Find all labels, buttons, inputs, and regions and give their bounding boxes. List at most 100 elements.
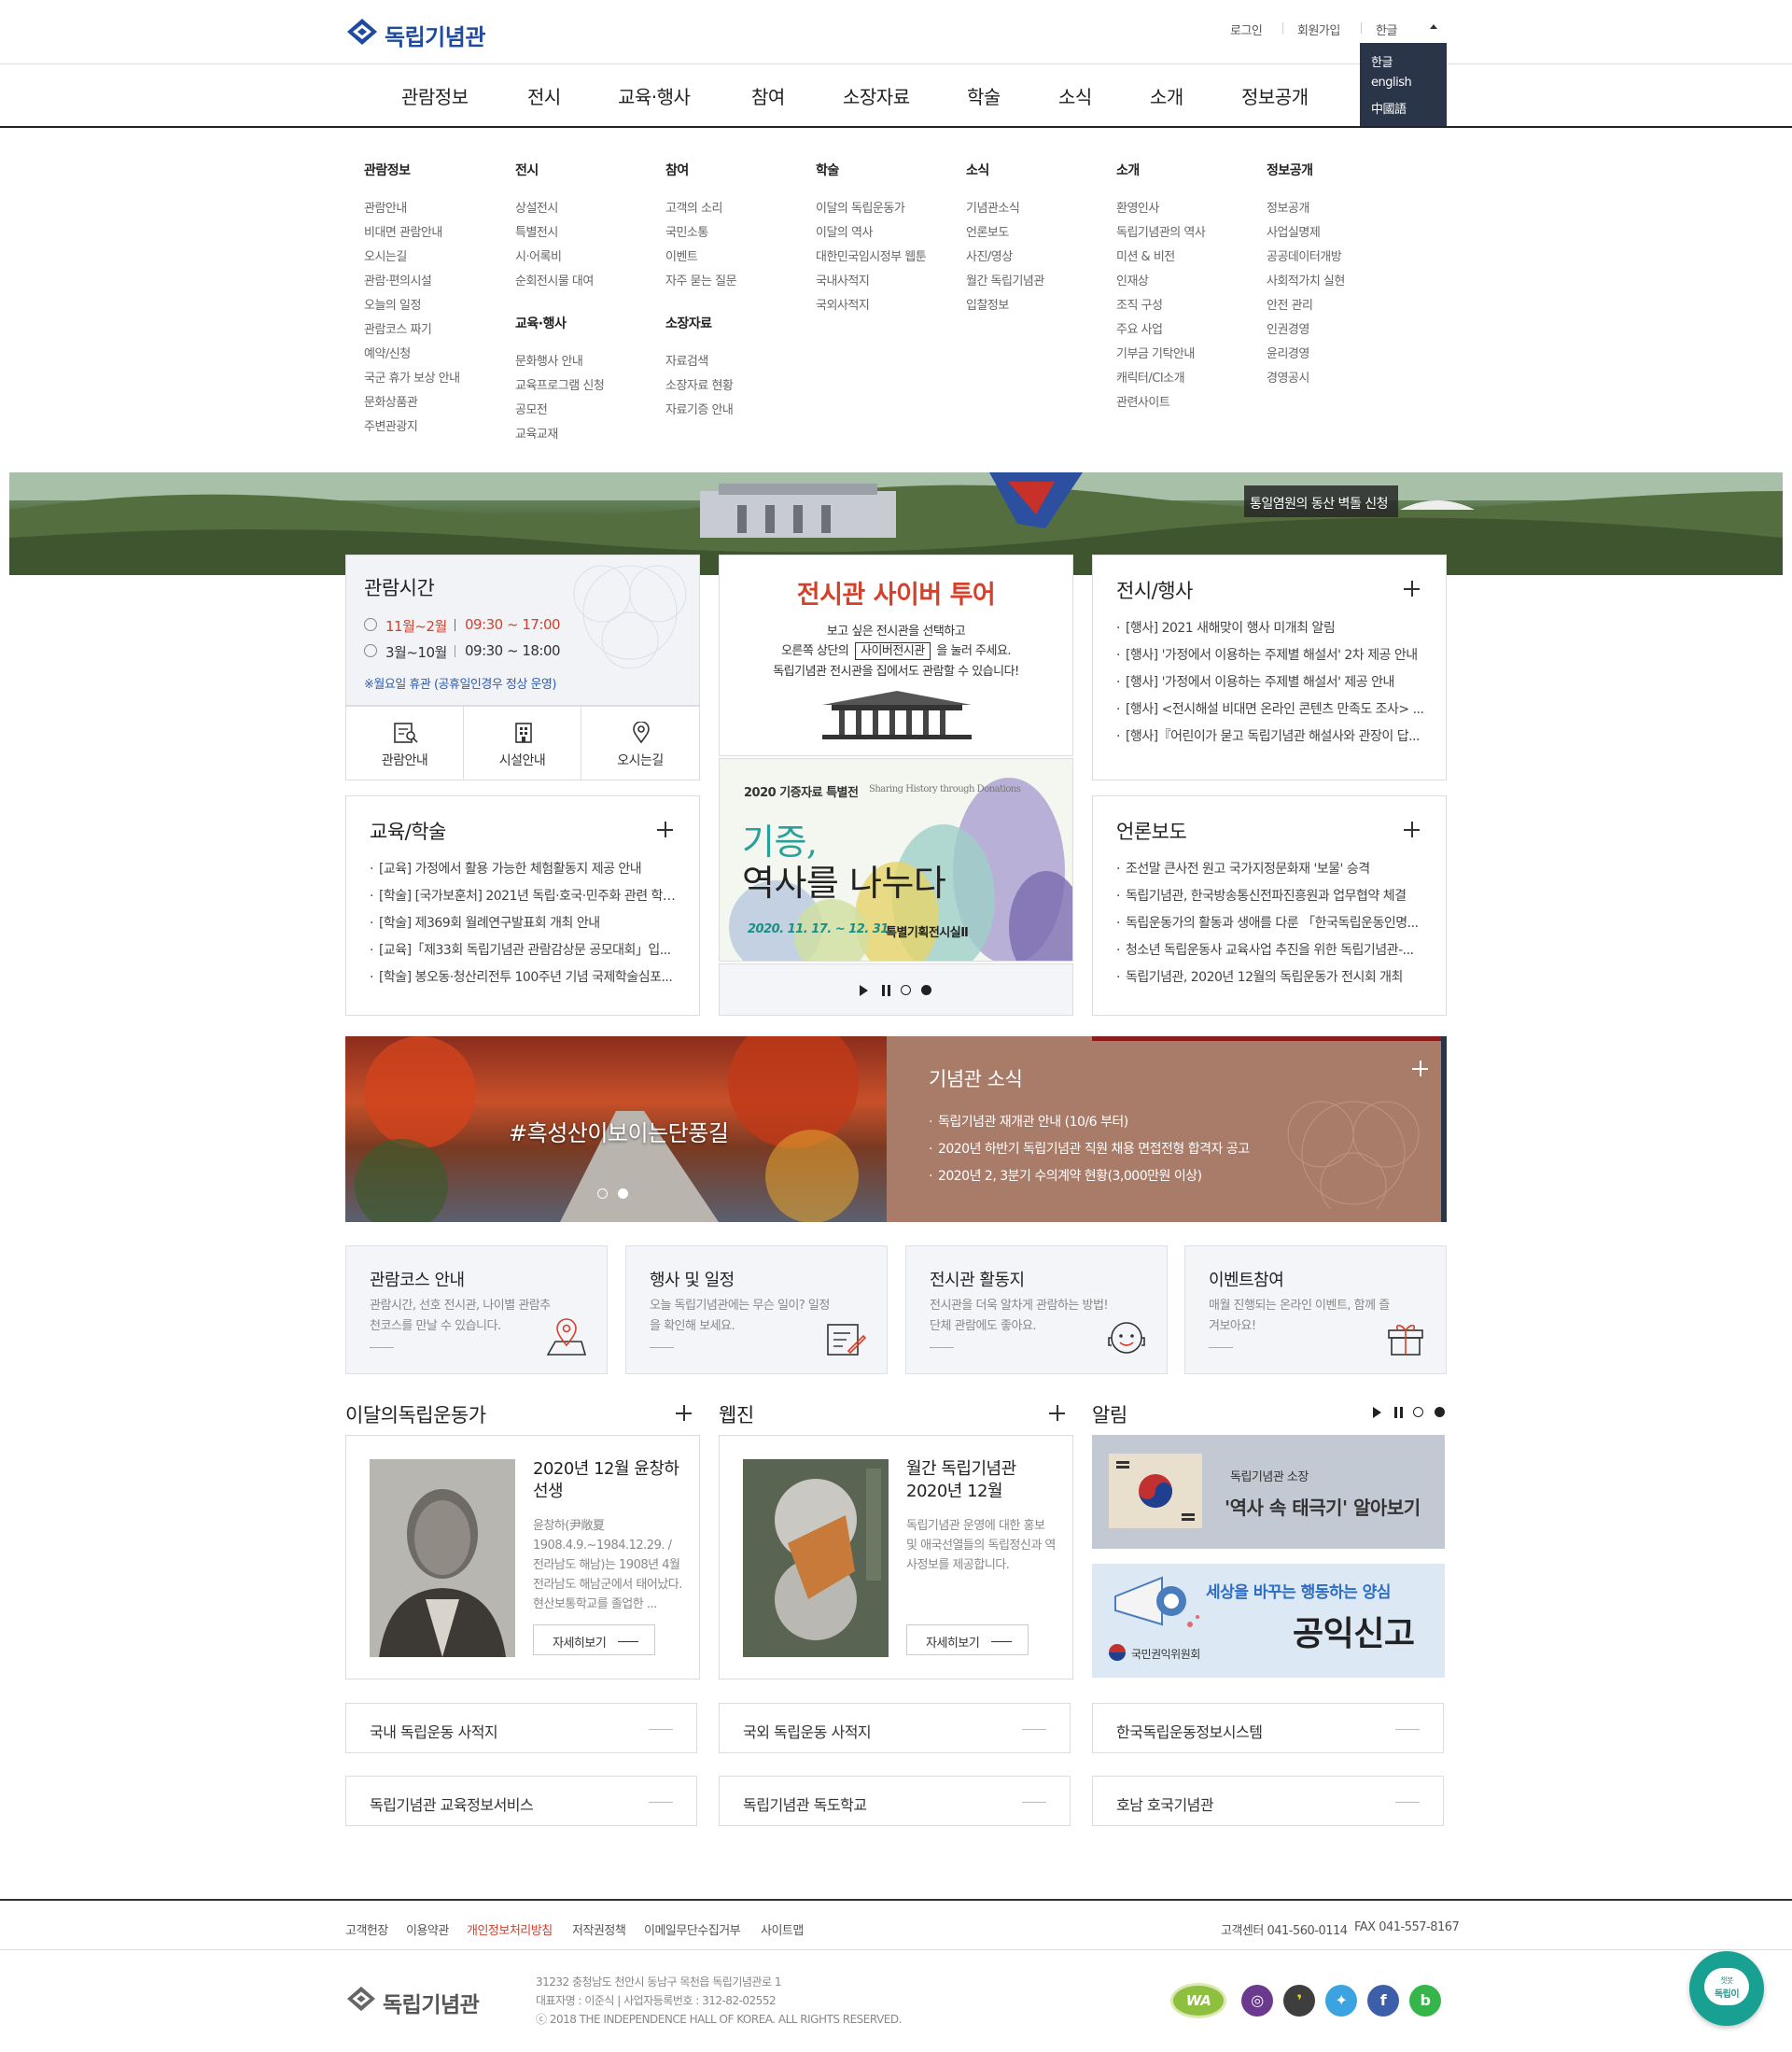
special-exhibit-banner[interactable]: 2020 기증자료 특별전 Sharing History through Do… [719, 758, 1073, 962]
mega-menu-link[interactable]: 특별전시 [515, 222, 558, 240]
mega-menu-link[interactable]: 자료검색 [665, 351, 708, 369]
mega-menu-link[interactable]: 국민소통 [665, 222, 708, 240]
mega-menu-link[interactable]: 자료기증 안내 [665, 400, 734, 417]
slide-dot[interactable] [1413, 1407, 1423, 1417]
mega-menu-link[interactable]: 월간 독립기념관 [966, 271, 1044, 288]
gnb-collection[interactable]: 소장자료 [843, 82, 910, 109]
footer-link[interactable]: 저작권정책 [572, 1920, 626, 1938]
list-item[interactable]: 독립기념관, 2020년 12월의 독립운동가 전시회 개최 [1116, 967, 1424, 986]
mega-menu-link[interactable]: 이달의 역사 [816, 222, 873, 240]
autumn-road-photo[interactable]: #흑성산이보이는단풍길 [345, 1036, 887, 1222]
slide-dot-active[interactable] [921, 985, 931, 995]
list-item[interactable]: [교육]「제33회 독립기념관 관람감상문 공모대회」입... [370, 940, 678, 959]
login-link[interactable]: 로그인 [1230, 21, 1263, 38]
lang-select[interactable]: 한글 [1376, 21, 1397, 38]
mega-menu-heading[interactable]: 소식 [966, 161, 989, 179]
mega-menu-link[interactable]: 이달의 독립운동가 [816, 198, 905, 216]
kakaostory-icon[interactable]: ❜ [1283, 1985, 1315, 2017]
mega-menu-link[interactable]: 관람·편의시설 [364, 271, 432, 288]
lang-option-zh[interactable]: 中國語 [1371, 99, 1447, 122]
mega-menu-link[interactable]: 주요 사업 [1116, 319, 1163, 337]
list-item[interactable]: 청소년 독립운동사 교육사업 추진을 위한 독립기념관-... [1116, 940, 1424, 959]
gnb-about[interactable]: 소개 [1150, 82, 1183, 109]
mega-menu-link[interactable]: 정보공개 [1267, 198, 1309, 216]
mega-menu-link[interactable]: 인권경영 [1267, 319, 1309, 337]
site-logo[interactable]: 독립기념관 [345, 15, 513, 50]
list-item[interactable]: [행사] <전시해설 비대면 온라인 콘텐츠 만족도 조사> ... [1116, 699, 1424, 718]
list-item[interactable]: 독립운동가의 활동과 생애를 다룬 「한국독립운동인명... [1116, 913, 1424, 932]
hero-tag-link[interactable]: 통일염원의 동산 벽돌 신청 [1244, 485, 1398, 517]
slide-dot[interactable] [597, 1188, 608, 1199]
mega-menu-link[interactable]: 관련사이트 [1116, 392, 1170, 410]
footer-link-privacy[interactable]: 개인정보처리방침 [467, 1920, 553, 1938]
mega-menu-link[interactable]: 입찰정보 [966, 295, 1009, 313]
mega-menu-link[interactable]: 기부금 기탁안내 [1116, 344, 1195, 361]
mega-menu-link[interactable]: 예약/신청 [364, 344, 411, 361]
mega-menu-link[interactable]: 국군 휴가 보상 안내 [364, 368, 460, 386]
quick-link[interactable]: 호남 호국기념관 [1092, 1776, 1444, 1826]
mega-menu-heading[interactable]: 학술 [816, 161, 839, 179]
plus-icon[interactable] [1412, 1061, 1428, 1076]
lang-option-en[interactable]: english [1371, 76, 1447, 99]
slide-dot-active[interactable] [1435, 1407, 1445, 1417]
mega-menu-link[interactable]: 언론보도 [966, 222, 1009, 240]
events-schedule-card[interactable]: 행사 및 일정 오늘 독립기념관에는 무슨 일이? 일정을 확인해 보세요. [625, 1245, 888, 1374]
mega-menu-link[interactable]: 시·어록비 [515, 246, 562, 264]
chevron-up-icon[interactable] [1430, 24, 1437, 29]
mega-menu-link[interactable]: 국외사적지 [816, 295, 870, 313]
list-item[interactable]: [학술] [국가보훈처] 2021년 독립·호국·민주화 관련 학술... [370, 886, 678, 905]
activist-more-button[interactable]: 자세히보기 [533, 1624, 655, 1655]
mega-menu-link[interactable]: 국내사적지 [816, 271, 870, 288]
whistleblower-banner[interactable]: 세상을 바꾸는 행동하는 양심 공익신고 국민권익위원회 [1092, 1564, 1445, 1678]
mega-menu-link[interactable]: 사진/영상 [966, 246, 1013, 264]
gnb-exhibit[interactable]: 전시 [527, 82, 561, 109]
play-icon[interactable] [860, 985, 868, 996]
quick-link[interactable]: 한국독립운동정보시스템 [1092, 1703, 1444, 1753]
gnb-visit[interactable]: 관람정보 [401, 82, 469, 109]
gnb-join[interactable]: 참여 [751, 82, 785, 109]
webzine-card[interactable]: 월간 독립기념관 2020년 12월 독립기념관 운영에 대한 홍보 및 애국선… [719, 1435, 1073, 1680]
footer-link[interactable]: 사이트맵 [761, 1920, 804, 1938]
mega-menu-link[interactable]: 인재상 [1116, 271, 1149, 288]
slide-dot-active[interactable] [618, 1188, 628, 1199]
mega-menu-link[interactable]: 사회적가치 실현 [1267, 271, 1345, 288]
quick-link[interactable]: 국내 독립운동 사적지 [345, 1703, 697, 1753]
mega-menu-link[interactable]: 캐릭터/CI소개 [1116, 368, 1185, 386]
mega-menu-heading[interactable]: 소개 [1116, 161, 1140, 179]
gnb-disclosure[interactable]: 정보공개 [1241, 82, 1309, 109]
facebook-icon[interactable]: f [1367, 1985, 1399, 2017]
mega-menu-link[interactable]: 오늘의 일정 [364, 295, 421, 313]
mega-menu-link[interactable]: 독립기념관의 역사 [1116, 222, 1206, 240]
mega-menu-link[interactable]: 고객의 소리 [665, 198, 722, 216]
instagram-icon[interactable]: ◎ [1241, 1985, 1273, 2017]
plus-icon[interactable] [1049, 1405, 1065, 1421]
mega-menu-link[interactable]: 공공데이터개방 [1267, 246, 1342, 264]
list-item[interactable]: [행사] '가정에서 이용하는 주제별 해설서' 2차 제공 안내 [1116, 645, 1424, 664]
mega-menu-link[interactable]: 순회전시물 대여 [515, 271, 594, 288]
plus-icon[interactable] [676, 1405, 692, 1421]
mega-menu-link[interactable]: 주변관광지 [364, 416, 418, 434]
pause-icon[interactable] [882, 985, 890, 996]
twitter-icon[interactable]: ✦ [1325, 1985, 1357, 2017]
mega-menu-heading[interactable]: 소장자료 [665, 314, 712, 332]
mega-menu-heading[interactable]: 참여 [665, 161, 689, 179]
mega-menu-link[interactable]: 공모전 [515, 400, 548, 417]
mega-menu-heading[interactable]: 관람정보 [364, 161, 411, 179]
lang-option-ko[interactable]: 한글 [1371, 52, 1447, 76]
mega-menu-link[interactable]: 관람코스 짜기 [364, 319, 432, 337]
join-link[interactable]: 회원가입 [1297, 21, 1340, 38]
list-item[interactable]: [교육] 가정에서 활용 가능한 체험활동지 제공 안내 [370, 859, 678, 878]
gnb-news[interactable]: 소식 [1058, 82, 1092, 109]
activity-sheet-card[interactable]: 전시관 활동지 전시관을 더욱 알차게 관람하는 방법! 단체 관람에도 좋아요… [905, 1245, 1168, 1374]
mega-menu-link[interactable]: 교육교재 [515, 424, 558, 442]
mega-menu-link[interactable]: 관람안내 [364, 198, 407, 216]
chatbot-button[interactable]: 챗봇 독립이 [1689, 1951, 1764, 2026]
quick-link[interactable]: 독립기념관 교육정보서비스 [345, 1776, 697, 1826]
mega-menu-heading[interactable]: 교육·행사 [515, 314, 567, 332]
pause-icon[interactable] [1394, 1407, 1403, 1418]
web-accessibility-mark-icon[interactable]: WA [1170, 1983, 1226, 2018]
facility-guide-link[interactable]: 시설안내 [463, 706, 581, 780]
footer-link[interactable]: 이용약관 [406, 1920, 449, 1938]
footer-link[interactable]: 고객헌장 [345, 1920, 388, 1938]
list-item[interactable]: 독립기념관 재개관 안내 (10/6 부터) [929, 1112, 1128, 1131]
